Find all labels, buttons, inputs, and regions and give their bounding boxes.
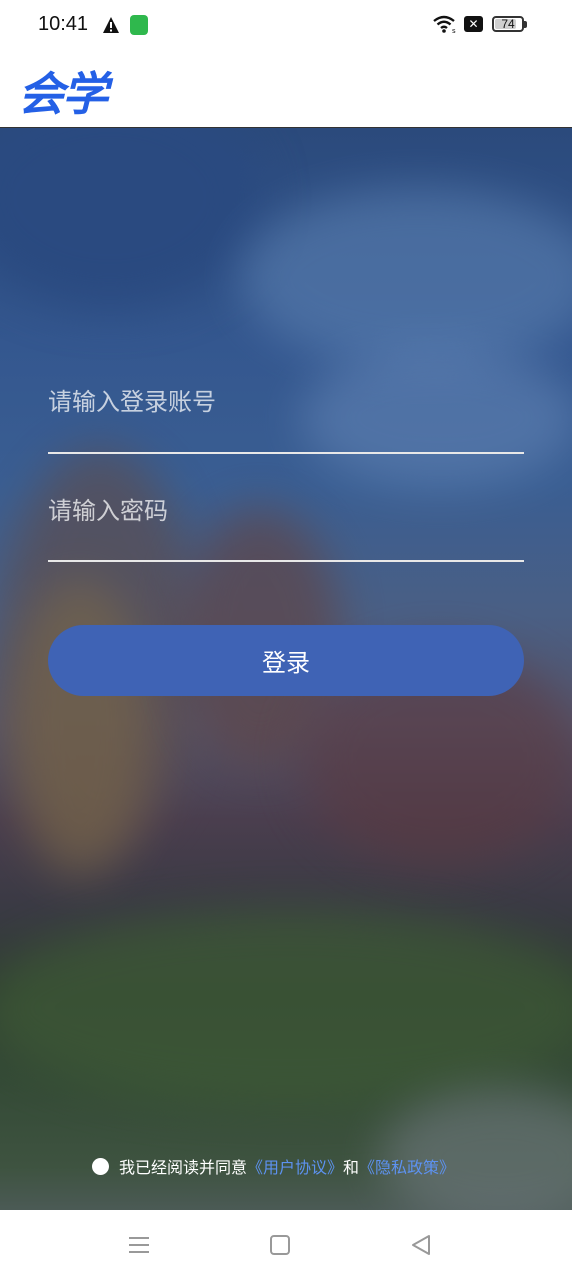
warning-icon: [103, 17, 119, 33]
privacy-policy-link[interactable]: 《隐私政策》: [359, 1154, 455, 1178]
wifi-icon: s: [433, 15, 456, 34]
account-field[interactable]: [48, 388, 524, 454]
agreement-row: 我已经阅读并同意 《用户协议》 和 《隐私政策》: [92, 1154, 455, 1178]
agreement-conjunction: 和: [343, 1158, 360, 1177]
login-button[interactable]: 登录: [48, 625, 524, 696]
app-header: 会学: [0, 52, 572, 128]
status-bar: 10:41 s ✕ 74: [0, 0, 572, 52]
battery-level: 74: [501, 17, 515, 31]
battery-icon: 74: [492, 16, 524, 32]
navigation-bar: [0, 1210, 572, 1280]
app-logo: 会学: [18, 67, 108, 121]
account-input[interactable]: [48, 388, 524, 416]
user-agreement-link[interactable]: 《用户协议》: [247, 1154, 343, 1178]
home-icon[interactable]: [270, 1234, 290, 1256]
menu-icon[interactable]: [128, 1234, 150, 1256]
agreement-radio[interactable]: [92, 1157, 109, 1175]
agreement-prefix: 我已经阅读并同意: [119, 1158, 248, 1177]
back-icon[interactable]: [410, 1234, 432, 1256]
app-notification-icon: [130, 15, 148, 35]
x-icon: ✕: [464, 16, 483, 32]
password-field[interactable]: [48, 497, 524, 562]
password-input[interactable]: [48, 497, 524, 525]
battery-tip: [524, 21, 527, 28]
status-time: 10:41: [38, 13, 89, 35]
svg-text:s: s: [452, 27, 456, 34]
